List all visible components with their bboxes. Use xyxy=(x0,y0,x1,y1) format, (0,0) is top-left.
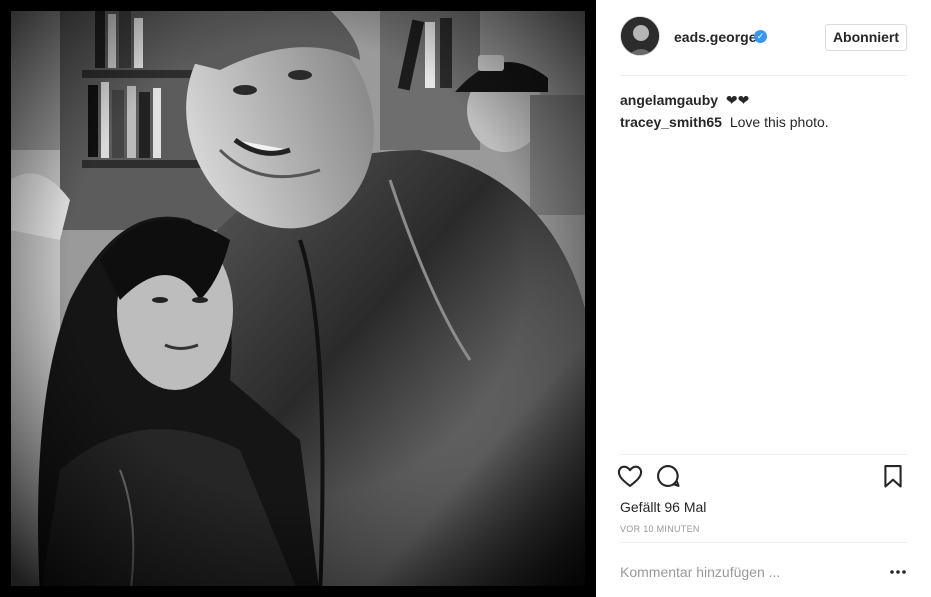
post-timestamp[interactable]: VOR 10 MINUTEN xyxy=(620,524,700,534)
comment-text: Love this photo. xyxy=(729,114,829,130)
post-actions xyxy=(616,462,911,494)
bookmark-icon[interactable] xyxy=(879,462,907,490)
comment-author[interactable]: angelamgauby xyxy=(620,92,718,108)
comment-item: angelamgauby ❤❤ xyxy=(620,91,907,109)
comment-bubble-icon[interactable] xyxy=(654,462,682,490)
post-side-panel: eads.george ✓ Abonniert angelamgauby ❤❤ … xyxy=(596,0,931,597)
header-divider xyxy=(620,75,907,76)
input-divider xyxy=(620,542,907,543)
verified-badge-icon: ✓ xyxy=(754,30,767,43)
author-avatar[interactable] xyxy=(620,16,660,56)
comment-author[interactable]: tracey_smith65 xyxy=(620,114,722,130)
post-header: eads.george ✓ Abonniert xyxy=(596,0,931,76)
post-photo[interactable] xyxy=(0,0,596,597)
more-options-icon[interactable] xyxy=(886,562,910,582)
heart-icon[interactable] xyxy=(616,462,644,490)
likes-count[interactable]: Gefällt 96 Mal xyxy=(620,499,706,515)
comments-list: angelamgauby ❤❤ tracey_smith65 Love this… xyxy=(620,91,907,135)
actions-divider xyxy=(620,454,907,455)
author-username[interactable]: eads.george xyxy=(674,29,756,45)
post-photo-image xyxy=(0,0,596,597)
comment-item: tracey_smith65 Love this photo. xyxy=(620,113,907,131)
comment-text: ❤❤ xyxy=(725,92,750,108)
add-comment-input[interactable] xyxy=(620,562,870,582)
following-button[interactable]: Abonniert xyxy=(825,24,907,51)
